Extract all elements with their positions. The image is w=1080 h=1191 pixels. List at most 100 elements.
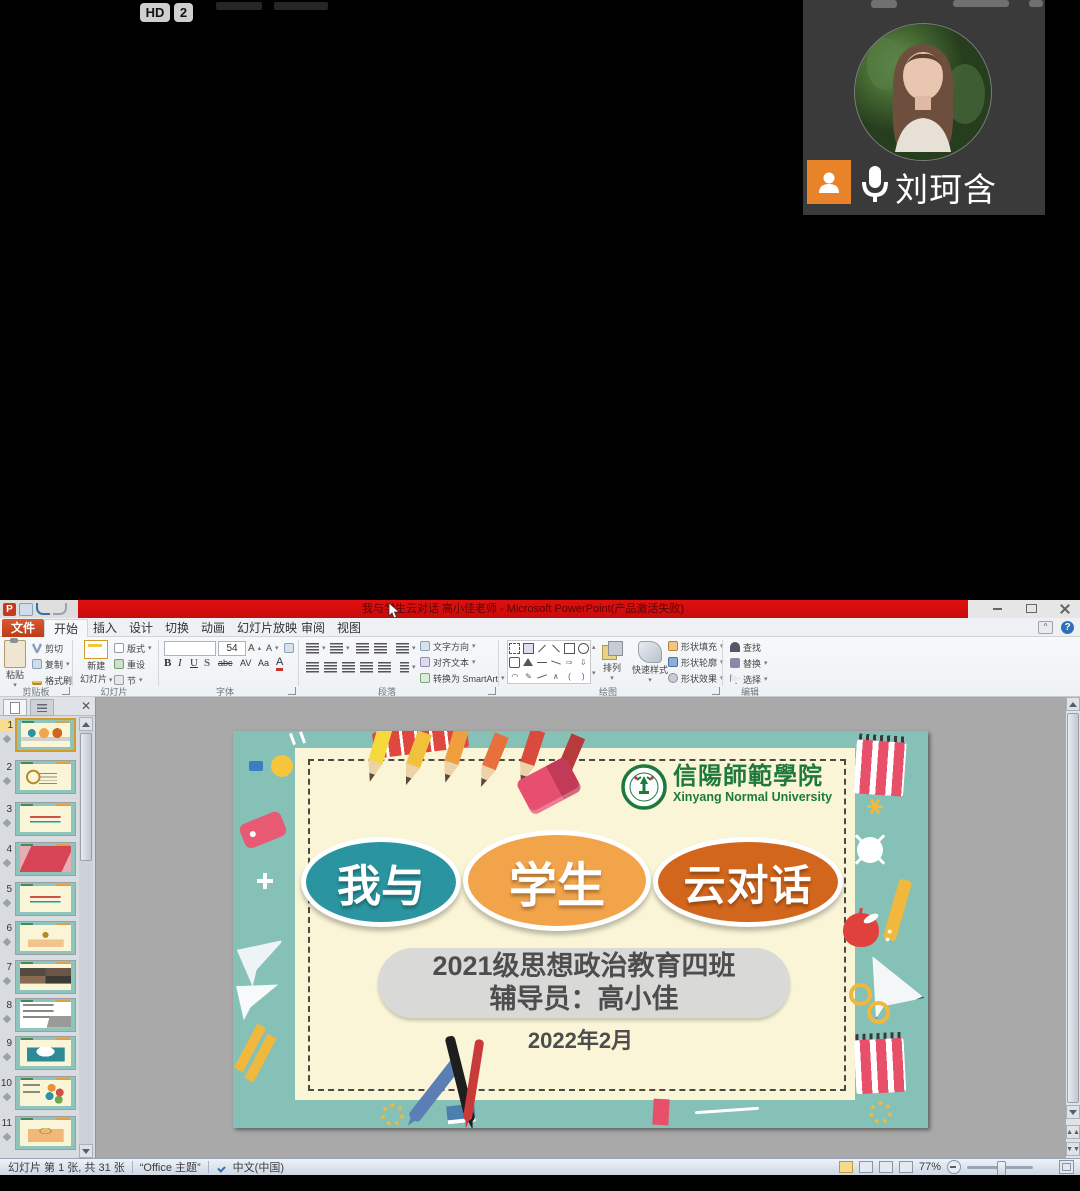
align-center-button[interactable] xyxy=(324,661,337,673)
thumbnail-row-8[interactable]: 8 xyxy=(0,998,78,1036)
align-right-button[interactable] xyxy=(342,661,355,673)
cut-button[interactable]: 剪切 xyxy=(32,642,63,654)
slide-thumbnail[interactable] xyxy=(15,718,76,752)
thumbnail-row-5[interactable]: 5 xyxy=(0,882,78,920)
spellcheck-icon[interactable] xyxy=(216,1162,229,1173)
shapes-scroll-down[interactable]: ▾ xyxy=(592,667,596,679)
zoom-slider-handle[interactable] xyxy=(997,1161,1006,1176)
numbering-button[interactable]: ▾ xyxy=(330,642,350,654)
powerpoint-logo-icon[interactable]: P xyxy=(3,603,16,616)
thumbnail-row-11[interactable]: 11 xyxy=(0,1116,78,1154)
scroll-up-icon[interactable] xyxy=(79,717,93,731)
arrange-button[interactable]: 排列▾ xyxy=(602,641,622,682)
editor-scrollbar-thumb[interactable] xyxy=(1067,713,1079,1103)
shape-outline-button[interactable]: 形状轮廓▾ xyxy=(668,656,724,668)
panel-scrollbar-thumb[interactable] xyxy=(80,733,92,861)
text-direction-button[interactable]: 文字方向▾ xyxy=(420,640,476,652)
outline-tab[interactable] xyxy=(30,699,54,716)
slide-sorter-view-button[interactable] xyxy=(859,1161,873,1173)
help-icon[interactable]: ? xyxy=(1061,621,1074,634)
slide-thumbnail[interactable] xyxy=(15,802,76,836)
underline-button[interactable]: U xyxy=(190,657,198,670)
slide-thumbnail[interactable] xyxy=(15,1116,76,1150)
slide-thumbnail[interactable] xyxy=(15,998,76,1032)
strikethrough-button[interactable]: abc xyxy=(218,657,233,670)
clear-formatting-button[interactable] xyxy=(284,642,294,654)
title-oval-2[interactable]: 学生 xyxy=(463,830,651,931)
reset-button[interactable]: 重设 xyxy=(114,658,145,670)
italic-button[interactable]: I xyxy=(178,657,182,670)
university-logo[interactable]: 信陽師範學院 Xinyang Normal University xyxy=(621,764,846,814)
thumbnail-row-6[interactable]: 6 xyxy=(0,921,78,959)
maximize-button[interactable] xyxy=(1020,602,1042,615)
thumbnail-row-10[interactable]: 10 xyxy=(0,1076,78,1114)
close-panel-icon[interactable]: ✕ xyxy=(79,699,93,713)
find-button[interactable]: 查找 xyxy=(730,641,761,653)
shrink-font-button[interactable]: A▾ xyxy=(266,642,279,654)
save-icon[interactable] xyxy=(19,603,33,616)
zoom-out-button[interactable] xyxy=(947,1160,961,1174)
slides-tab[interactable] xyxy=(3,699,27,716)
zoom-slider[interactable] xyxy=(967,1166,1033,1169)
thumbnail-row-1[interactable]: 1 xyxy=(0,718,78,756)
close-button[interactable] xyxy=(1054,602,1076,615)
paste-button[interactable]: 粘贴▾ xyxy=(4,640,26,689)
normal-view-button[interactable] xyxy=(839,1161,853,1173)
decrease-indent-button[interactable] xyxy=(356,642,369,654)
thumbnail-row-2[interactable]: 2 xyxy=(0,760,78,798)
drawing-dialog-launcher[interactable] xyxy=(712,687,720,695)
select-button[interactable]: 选择▾ xyxy=(730,673,768,685)
shapes-scroll-up[interactable]: ▴ xyxy=(592,641,596,653)
change-case-button[interactable]: Aa xyxy=(258,657,269,670)
distribute-button[interactable] xyxy=(378,661,391,673)
scroll-down-icon[interactable] xyxy=(79,1144,93,1158)
bold-button[interactable]: B xyxy=(164,657,171,670)
paragraph-dialog-launcher[interactable] xyxy=(488,687,496,695)
font-dialog-launcher[interactable] xyxy=(288,687,296,695)
tab-home[interactable]: 开始 xyxy=(44,619,88,638)
slide-thumbnail[interactable] xyxy=(15,960,76,994)
reading-view-button[interactable] xyxy=(879,1161,893,1173)
shape-fill-button[interactable]: 形状填充▾ xyxy=(668,640,724,652)
scroll-down-icon[interactable] xyxy=(1066,1105,1080,1119)
slide-thumbnail[interactable] xyxy=(15,1036,76,1070)
tab-view[interactable]: 视图 xyxy=(328,619,370,637)
shape-effects-button[interactable]: 形状效果▾ xyxy=(668,672,724,684)
slide-thumbnail[interactable] xyxy=(15,842,76,876)
thumbnail-row-3[interactable]: 3 xyxy=(0,802,78,840)
columns-button[interactable]: ▾ xyxy=(400,661,416,673)
redo-icon[interactable] xyxy=(53,603,67,615)
language-indicator[interactable]: 中文(中国) xyxy=(233,1159,284,1175)
replace-button[interactable]: 替换▾ xyxy=(730,657,768,669)
slide-thumbnail[interactable] xyxy=(15,760,76,794)
editor-scrollbar[interactable]: ▲▲ ▼▼ xyxy=(1066,697,1080,1158)
align-text-button[interactable]: 对齐文本▾ xyxy=(420,656,476,668)
thumbnail-row-7[interactable]: 7 xyxy=(0,960,78,998)
line-spacing-button[interactable]: ▾ xyxy=(396,642,416,654)
theme-name[interactable]: “Office 主题” xyxy=(140,1159,201,1175)
align-left-button[interactable] xyxy=(306,661,319,673)
slide-date[interactable]: 2022年2月 xyxy=(233,1023,928,1055)
title-oval-1[interactable]: 我与 xyxy=(301,837,461,927)
font-size-box[interactable]: 54 xyxy=(218,641,246,656)
convert-smartart-button[interactable]: 转换为 SmartArt▾ xyxy=(420,672,505,684)
thumbnail-row-9[interactable]: 9 xyxy=(0,1036,78,1074)
copy-button[interactable]: 复制▾ xyxy=(32,658,70,670)
quick-styles-button[interactable]: 快速样式▾ xyxy=(632,641,668,684)
panel-scrollbar[interactable] xyxy=(79,717,93,1158)
undo-icon[interactable] xyxy=(36,603,50,615)
layout-button[interactable]: 版式▾ xyxy=(114,642,152,654)
font-color-button[interactable]: A xyxy=(276,657,283,671)
new-slide-button[interactable]: 新建 幻灯片 ▾ xyxy=(80,640,112,685)
grow-font-button[interactable]: A▴ xyxy=(248,642,261,654)
shapes-gallery[interactable]: ⇨⇩ ◠✎∧() xyxy=(507,640,591,684)
slide-counter[interactable]: 幻灯片 第 1 张, 共 31 张 xyxy=(0,1159,125,1175)
previous-slide-icon[interactable]: ▲▲ xyxy=(1066,1125,1080,1139)
minimize-button[interactable] xyxy=(986,602,1008,615)
class-banner[interactable]: 2021级思想政治教育四班 辅导员：高小佳 xyxy=(378,948,790,1018)
clipboard-dialog-launcher[interactable] xyxy=(62,687,70,695)
increase-indent-button[interactable] xyxy=(374,642,387,654)
scroll-up-icon[interactable] xyxy=(1066,697,1080,711)
character-spacing-button[interactable]: AV xyxy=(240,657,251,670)
slideshow-view-button[interactable] xyxy=(899,1161,913,1173)
